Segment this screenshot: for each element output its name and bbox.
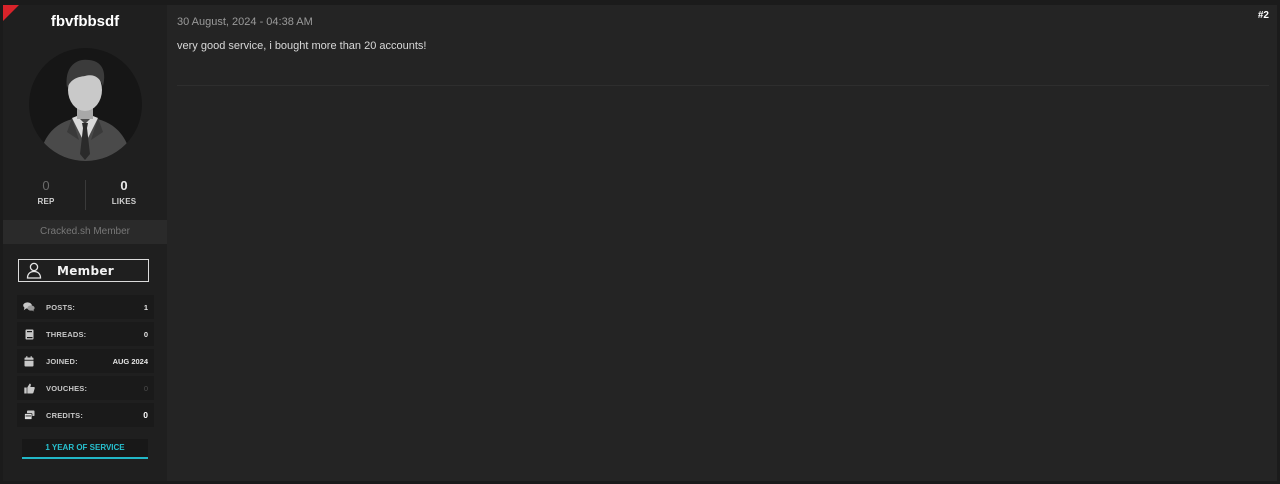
- default-avatar-icon: [39, 59, 132, 161]
- post-number-link[interactable]: #2: [1258, 10, 1269, 21]
- credits-value: 0: [143, 410, 148, 420]
- info-row-credits: CREDITS: 0: [17, 403, 154, 427]
- user-icon: [19, 260, 49, 281]
- user-sidebar: fbvfbbsdf 0 REP 0 LIKES Cracked.sh Membe…: [3, 5, 167, 481]
- info-row-posts: POSTS: 1: [17, 295, 154, 319]
- joined-value: AUG 2024: [112, 356, 148, 366]
- threads-label: THREADS:: [46, 329, 87, 339]
- rank-label: Member: [57, 263, 115, 278]
- likes-label: LIKES: [111, 197, 137, 206]
- username-link[interactable]: fbvfbbsdf: [3, 13, 167, 30]
- user-stats: 0 REP 0 LIKES: [3, 178, 167, 212]
- service-badge: 1 YEAR OF SERVICE: [22, 439, 148, 459]
- post-divider: [177, 85, 1269, 86]
- credits-label: CREDITS:: [46, 410, 84, 420]
- vouches-value: 0: [143, 383, 148, 393]
- likes-stat: 0 LIKES: [83, 178, 165, 206]
- comments-icon: [17, 295, 41, 319]
- calendar-icon: [17, 349, 41, 373]
- credits-icon: [17, 403, 41, 427]
- vouches-label: VOUCHES:: [46, 383, 88, 393]
- rep-label: REP: [37, 197, 55, 206]
- likes-value: 0: [120, 178, 128, 193]
- joined-label: JOINED:: [46, 356, 78, 366]
- threads-value[interactable]: 0: [144, 330, 148, 339]
- rep-value: 0: [42, 178, 50, 193]
- rank-badge: Member: [18, 259, 149, 282]
- thumbs-up-icon: [17, 376, 41, 400]
- usertitle: Cracked.sh Member: [3, 220, 167, 244]
- posts-value[interactable]: 1: [144, 303, 148, 312]
- post-date: 30 August, 2024 - 04:38 AM: [177, 16, 313, 28]
- post-message: very good service, i bought more than 20…: [177, 40, 427, 52]
- book-icon: [17, 322, 41, 346]
- info-row-joined: JOINED: AUG 2024: [17, 349, 154, 373]
- posts-label: POSTS:: [46, 302, 76, 312]
- info-row-vouches: VOUCHES: 0: [17, 376, 154, 400]
- rep-stat[interactable]: 0 REP: [5, 178, 87, 206]
- avatar[interactable]: [29, 48, 142, 161]
- post-container: fbvfbbsdf 0 REP 0 LIKES Cracked.sh Membe…: [3, 5, 1277, 481]
- info-row-threads: THREADS: 0: [17, 322, 154, 346]
